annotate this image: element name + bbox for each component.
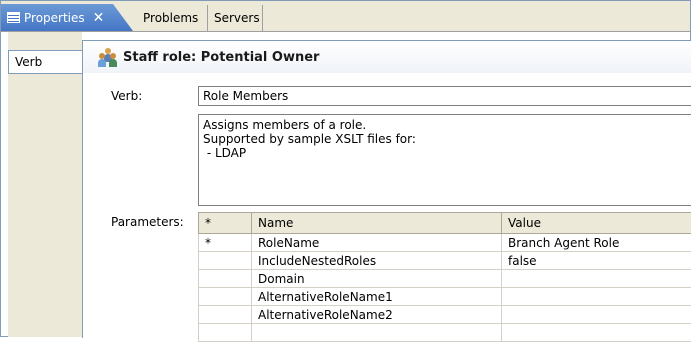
cell-required: * <box>199 234 252 252</box>
cell-name: AlternativeRoleName2 <box>252 306 502 324</box>
parameters-table: * Name Value * RoleName Branch Agent Rol… <box>198 212 691 342</box>
verb-description: Assigns members of a role. Supported by … <box>198 114 691 206</box>
tab-servers-label: Servers <box>214 11 260 25</box>
cell-name: IncludeNestedRoles <box>252 252 502 270</box>
section-header: Staff role: Potential Owner <box>83 41 691 73</box>
cell-name <box>252 324 502 342</box>
cell-required <box>199 270 252 288</box>
tab-properties[interactable]: Properties ✕ <box>1 4 133 31</box>
column-header-required[interactable]: * <box>199 213 252 234</box>
view-tab-bar: Properties ✕ Problems Servers <box>1 1 690 32</box>
sidebar-item-verb[interactable]: Verb <box>8 50 82 74</box>
column-header-name[interactable]: Name <box>252 213 502 234</box>
table-header-row: * Name Value <box>199 213 691 234</box>
properties-view: Properties ✕ Problems Servers Verb Staff… <box>0 0 691 337</box>
cell-name: RoleName <box>252 234 502 252</box>
tab-problems-label: Problems <box>143 11 198 25</box>
cell-required <box>199 306 252 324</box>
cell-value[interactable] <box>502 270 691 288</box>
cell-name: AlternativeRoleName1 <box>252 288 502 306</box>
cell-required <box>199 324 252 342</box>
page-title: Staff role: Potential Owner <box>123 50 319 65</box>
table-row[interactable]: AlternativeRoleName2 <box>199 306 691 324</box>
cell-value[interactable]: false <box>502 252 691 270</box>
cell-name: Domain <box>252 270 502 288</box>
verb-label: Verb: <box>111 89 142 103</box>
close-icon[interactable]: ✕ <box>93 11 105 25</box>
cell-value[interactable] <box>502 324 691 342</box>
cell-value[interactable]: Branch Agent Role <box>502 234 691 252</box>
sidebar-item-label: Verb <box>15 55 42 69</box>
properties-icon <box>7 12 20 23</box>
tab-properties-label: Properties <box>24 11 85 25</box>
tab-problems[interactable]: Problems <box>129 5 208 31</box>
table-row[interactable] <box>199 324 691 342</box>
table-row[interactable]: * RoleName Branch Agent Role <box>199 234 691 252</box>
column-header-value[interactable]: Value <box>502 213 691 234</box>
cell-required <box>199 288 252 306</box>
cell-value[interactable] <box>502 288 691 306</box>
section-sidebar <box>8 32 82 337</box>
section-content: Staff role: Potential Owner Verb: Role M… <box>82 40 691 338</box>
people-icon <box>99 48 117 66</box>
tab-servers[interactable]: Servers <box>208 5 263 31</box>
table-row[interactable]: IncludeNestedRoles false <box>199 252 691 270</box>
verb-field[interactable]: Role Members <box>198 86 691 106</box>
cell-value[interactable] <box>502 306 691 324</box>
table-row[interactable]: AlternativeRoleName1 <box>199 288 691 306</box>
table-row[interactable]: Domain <box>199 270 691 288</box>
cell-required <box>199 252 252 270</box>
parameters-label: Parameters: <box>111 215 184 229</box>
